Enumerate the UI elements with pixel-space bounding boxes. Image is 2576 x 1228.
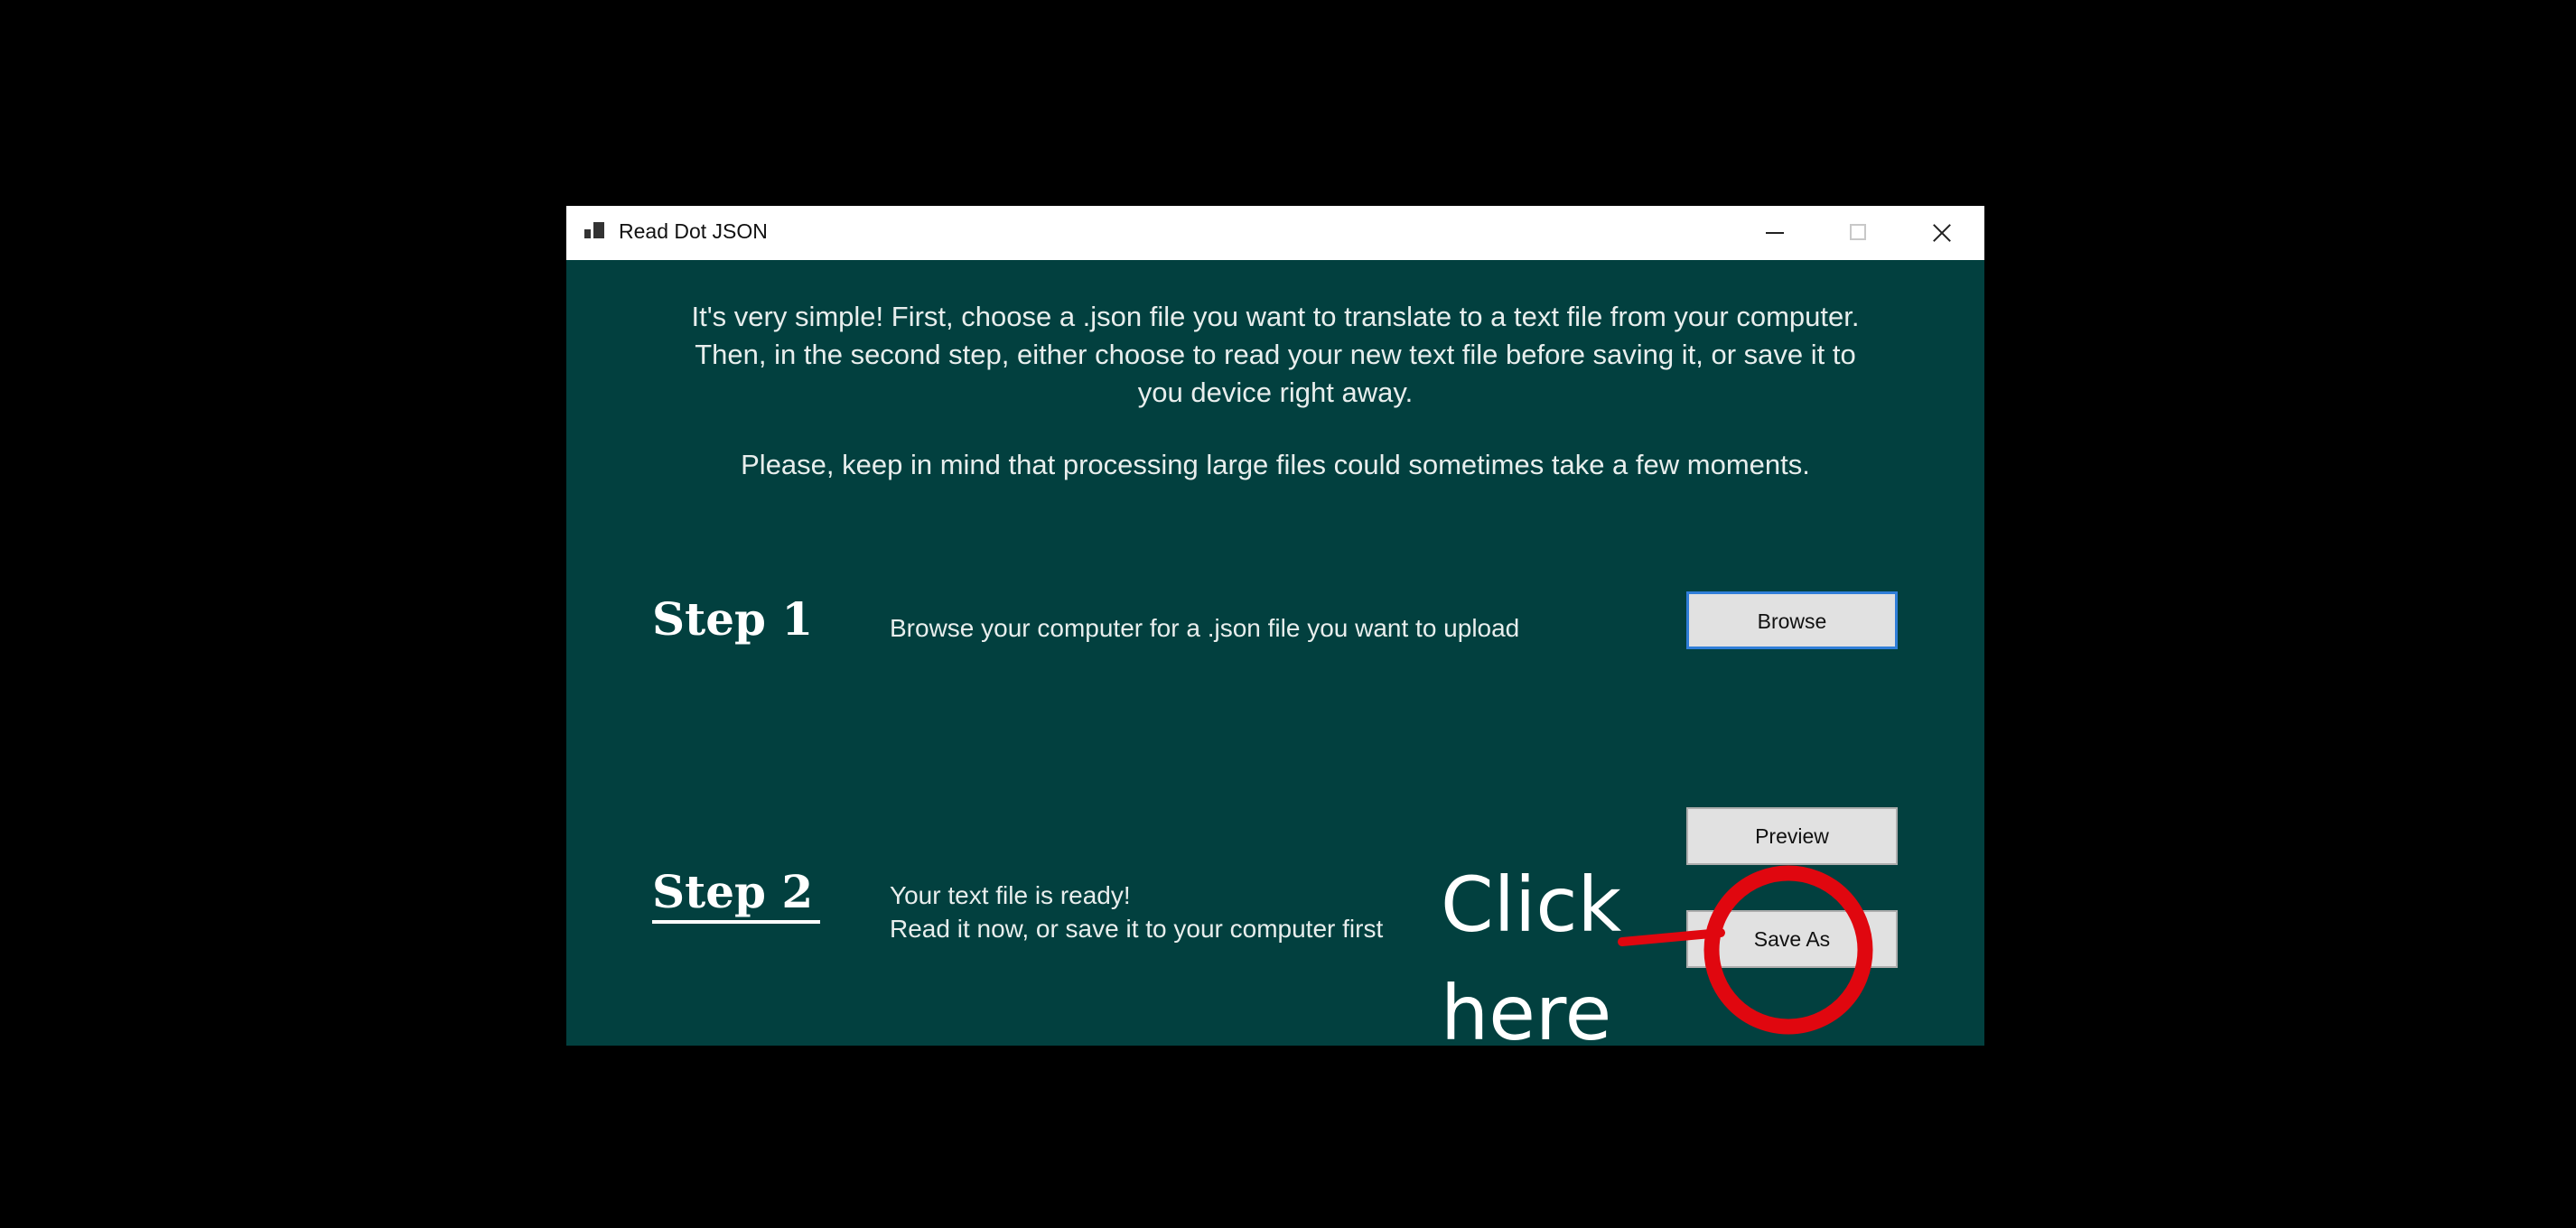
annotation-line-1: Click [1441, 861, 1622, 949]
annotation-text: Click here [1441, 851, 1657, 1067]
annotation-line-2: here [1441, 969, 1612, 1057]
annotation-overlay [1618, 865, 1873, 1035]
annotation-circle [1703, 865, 1873, 1035]
